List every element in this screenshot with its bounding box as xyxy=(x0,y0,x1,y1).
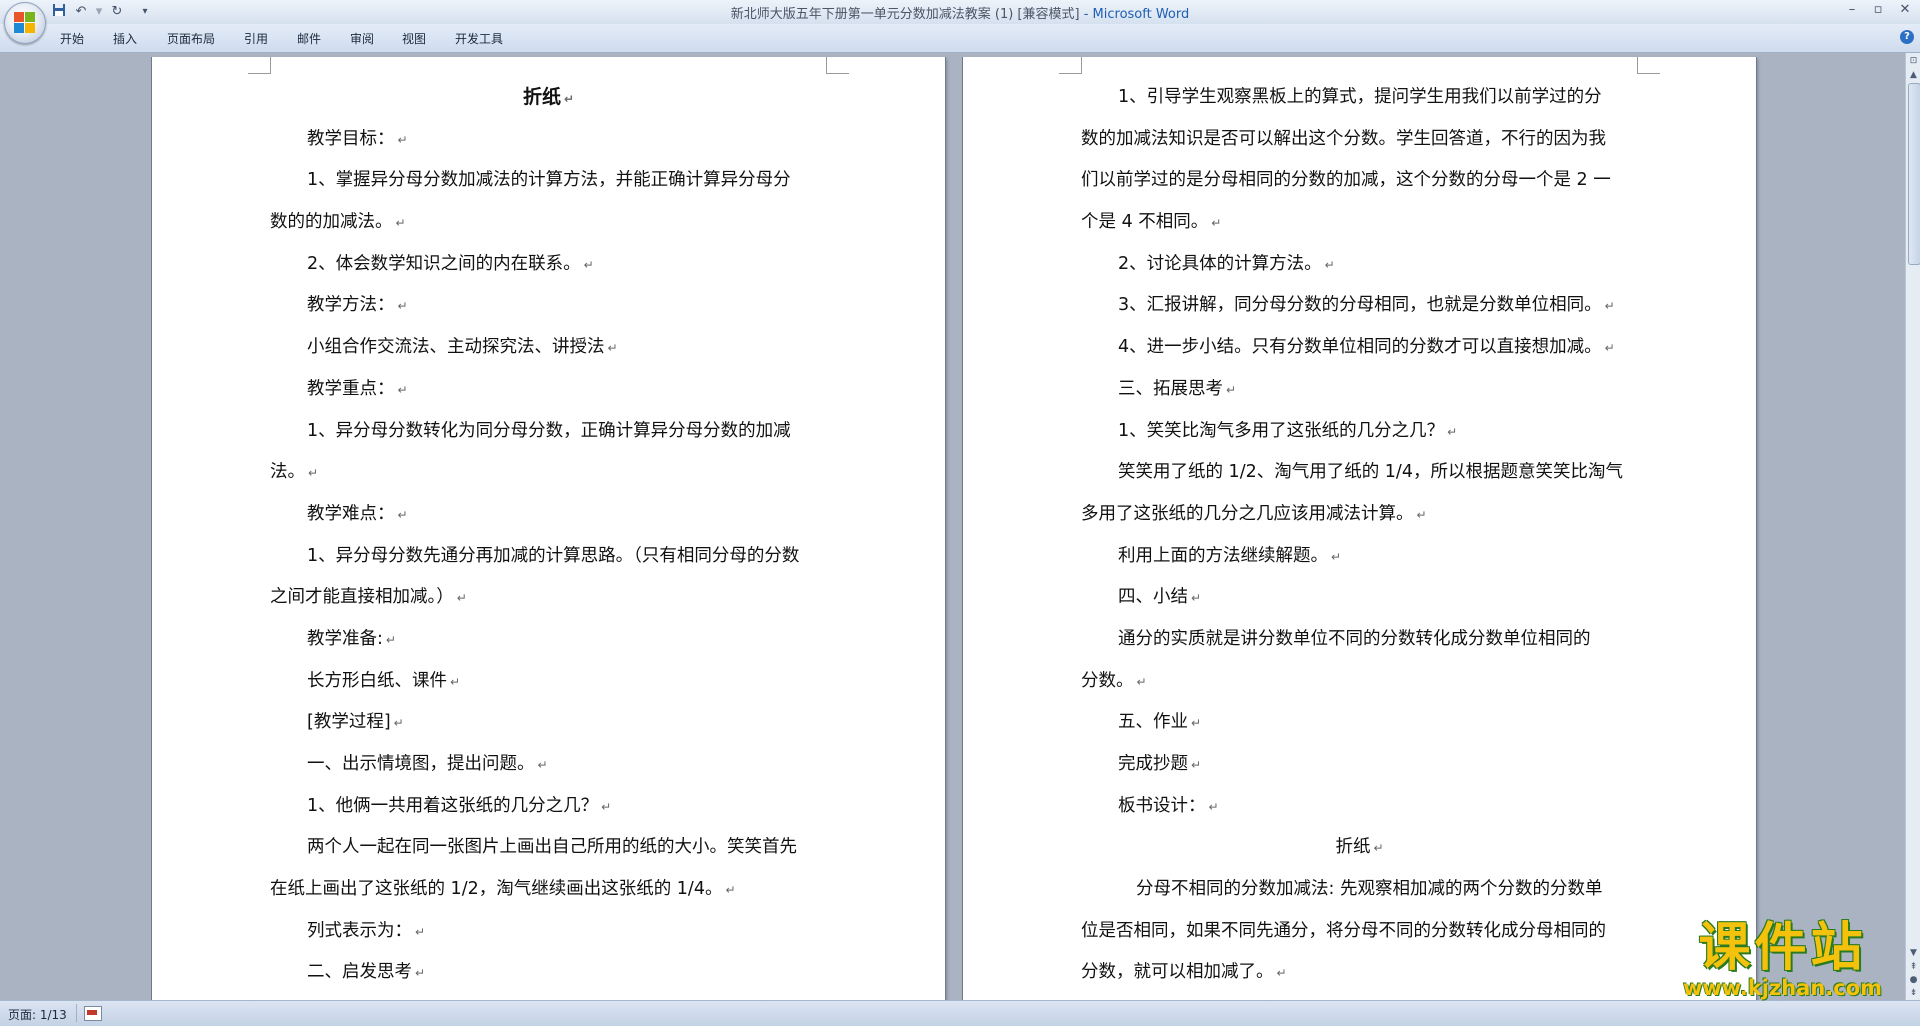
paragraph-line: 四、小结 ↵ xyxy=(1118,587,1202,608)
paragraph-line: 1、异分母分数转化为同分母分数，正确计算异分母分数的加减 xyxy=(307,420,791,441)
paragraph-line: 教学目标： ↵ xyxy=(307,128,408,149)
paragraph-line: 数的加减法知识是否可以解出这个分数。学生回答道，不行的因为我 xyxy=(1081,128,1606,149)
office-button[interactable] xyxy=(4,2,46,44)
paragraph-line: 通分的实质就是讲分数单位不同的分数转化成分数单位相同的 xyxy=(1118,628,1591,649)
status-bar: 页面: 1/13 xyxy=(0,1000,1920,1026)
document-heading: 折纸 ↵ xyxy=(522,86,575,108)
paragraph-line: 教学方法： ↵ xyxy=(307,295,408,316)
tab-review[interactable]: 审阅 xyxy=(350,30,374,47)
tab-insert[interactable]: 插入 xyxy=(113,30,137,47)
watermark-url: www.kjzhan.com xyxy=(1682,976,1883,1000)
paragraph-line: 1、笑笑比淘气多用了这张纸的几分之几？ ↵ xyxy=(1118,420,1458,441)
paragraph-line: 小组合作交流法、主动探究法、讲授法 ↵ xyxy=(307,337,618,358)
paragraph-line: 2、体会数学知识之间的内在联系。 ↵ xyxy=(307,253,594,274)
paragraph-line: 利用上面的方法继续解题。 ↵ xyxy=(1118,545,1342,566)
page-text-left: 折纸 ↵ 教学目标： ↵ 1、掌握异分母分数加减法的计算方法，并能正确计算异分母分 … xyxy=(270,77,827,994)
close-button[interactable]: ✕ xyxy=(1893,2,1917,17)
document-workspace: 折纸 ↵ 教学目标： ↵ 1、掌握异分母分数加减法的计算方法，并能正确计算异分母分 … xyxy=(0,53,1905,1004)
paragraph-line: 4、进一步小结。只有分数单位相同的分数才可以直接想加减。 ↵ xyxy=(1118,337,1615,358)
paragraph-line: 列式表示为： ↵ xyxy=(307,920,426,941)
tab-page-layout[interactable]: 页面布局 xyxy=(167,30,215,47)
tab-mailings[interactable]: 邮件 xyxy=(297,30,321,47)
site-watermark: 课件站 www.kjzhan.com xyxy=(1660,920,1905,1000)
paragraph-line: 3、汇报讲解，同分母分数的分母相同，也就是分数单位相同。 ↵ xyxy=(1118,295,1615,316)
document-page-left[interactable]: 折纸 ↵ 教学目标： ↵ 1、掌握异分母分数加减法的计算方法，并能正确计算异分母分 … xyxy=(152,57,945,1004)
next-page-icon[interactable]: ⇟ xyxy=(1907,987,1920,999)
paragraph-line: 教学重点： ↵ xyxy=(307,378,408,399)
paragraph-line: 1、掌握异分母分数加减法的计算方法，并能正确计算异分母分 xyxy=(307,170,791,191)
ribbon-tab-bar: 开始 插入 页面布局 引用 邮件 审阅 视图 开发工具 ? xyxy=(0,24,1920,53)
tab-home[interactable]: 开始 xyxy=(60,30,84,47)
paragraph-line: 一、出示情境图，提出问题。 ↵ xyxy=(307,754,548,774)
watermark-brand: 课件站 xyxy=(1698,918,1867,978)
paragraph-line: 二、启发思考 ↵ xyxy=(307,962,426,983)
help-icon[interactable]: ? xyxy=(1900,30,1914,44)
document-title: 新北师大版五年下册第一单元分数加减法教案 (1) [兼容模式] xyxy=(730,7,1080,22)
page-text-right: 1、引导学生观察黑板上的算式，提问学生用我们以前学过的分 数的加减法知识是否可以… xyxy=(1081,77,1638,994)
paragraph-line: 分母不相同的分数加减法: 先观察相加减的两个分数的分数单 xyxy=(1136,879,1603,900)
paragraph-line: 板书设计： ↵ xyxy=(1118,795,1219,816)
document-page-right[interactable]: 1、引导学生观察黑板上的算式，提问学生用我们以前学过的分 数的加减法知识是否可以… xyxy=(963,57,1756,1004)
paragraph-line: 1、异分母分数先通分再加减的计算思路。（只有相同分母的分数 xyxy=(307,545,800,566)
scroll-down-icon[interactable]: ▼ xyxy=(1907,947,1920,959)
paragraph-line: 2、讨论具体的计算方法。 ↵ xyxy=(1118,253,1335,274)
paragraph-line: 多用了这张纸的几分之几应该用减法计算。 ↵ xyxy=(1081,503,1427,524)
office-logo-icon xyxy=(14,12,36,34)
paragraph-line: 1、他俩一共用着这张纸的几分之几？ ↵ xyxy=(307,795,612,816)
paragraph-line: 位是否相同，如果不同先通分，将分母不同的分数转化成分母相同的 xyxy=(1081,920,1606,941)
paragraph-line: 之间才能直接相加减。） ↵ xyxy=(270,587,467,608)
paragraph-line: 在纸上画出了这张纸的 1/2，淘气继续画出这张纸的 1/4。 ↵ xyxy=(270,879,736,900)
minimize-button[interactable]: – xyxy=(1840,2,1864,17)
paragraph-line: 教学难点： ↵ xyxy=(307,503,408,524)
paragraph-line: 1、引导学生观察黑板上的算式，提问学生用我们以前学过的分 xyxy=(1118,87,1602,107)
tab-references[interactable]: 引用 xyxy=(244,30,268,47)
paragraph-line: 折纸 ↵ xyxy=(1335,837,1384,858)
tab-view[interactable]: 视图 xyxy=(402,30,426,47)
ruler-toggle-icon[interactable]: ⊡ xyxy=(1907,55,1920,67)
status-divider xyxy=(76,1004,77,1022)
paragraph-line: 个是 4 不相同。 ↵ xyxy=(1081,212,1222,233)
previous-page-icon[interactable]: ⇞ xyxy=(1907,961,1920,973)
paragraph-line: 数的的加减法。 ↵ xyxy=(270,212,406,233)
paragraph-line: 分数，就可以相加减了。 ↵ xyxy=(1081,962,1287,983)
scrollbar-thumb[interactable] xyxy=(1908,83,1920,265)
paragraph-line: 两个人一起在同一张图片上画出自己所用的纸的大小。笑笑首先 xyxy=(307,837,797,858)
paragraph-line: 教学准备: ↵ xyxy=(307,628,396,649)
crop-mark xyxy=(248,57,271,74)
paragraph-line: 们以前学过的是分母相同的分数的加减，这个分数的分母一个是 2 一 xyxy=(1081,170,1611,191)
tab-developer[interactable]: 开发工具 xyxy=(455,30,503,47)
paragraph-line: 长方形白纸、课件 ↵ xyxy=(307,670,461,691)
paragraph-line: 五、作业 ↵ xyxy=(1118,712,1202,733)
paragraph-line: [教学过程] ↵ xyxy=(307,712,404,733)
paragraph-line: 完成抄题 ↵ xyxy=(1118,754,1202,774)
paragraph-line: 三、拓展思考 ↵ xyxy=(1118,378,1237,399)
maximize-button[interactable]: ▫ xyxy=(1866,2,1890,17)
select-browse-object-icon[interactable]: ● xyxy=(1907,974,1920,986)
paragraph-line: 法。 ↵ xyxy=(270,462,319,483)
crop-mark xyxy=(1059,57,1082,74)
crop-mark xyxy=(1637,57,1660,74)
window-title: 新北师大版五年下册第一单元分数加减法教案 (1) [兼容模式] - Micros… xyxy=(0,3,1920,22)
paragraph-line: 笑笑用了纸的 1/2、淘气用了纸的 1/4，所以根据题意笑笑比淘气 xyxy=(1118,462,1623,483)
vertical-scrollbar[interactable]: ⊡ ▲ ▼ ⇞ ● ⇟ xyxy=(1905,53,1920,1000)
scroll-up-icon[interactable]: ▲ xyxy=(1907,69,1920,81)
title-bar: ↶ ▾ ↻ ▾ 新北师大版五年下册第一单元分数加减法教案 (1) [兼容模式] … xyxy=(0,0,1920,44)
proofing-status-icon[interactable] xyxy=(84,1006,102,1021)
paragraph-line: 分数。 ↵ xyxy=(1081,670,1147,691)
page-count-status[interactable]: 页面: 1/13 xyxy=(8,1006,67,1023)
crop-mark xyxy=(826,57,849,74)
app-name: - Microsoft Word xyxy=(1083,7,1190,22)
